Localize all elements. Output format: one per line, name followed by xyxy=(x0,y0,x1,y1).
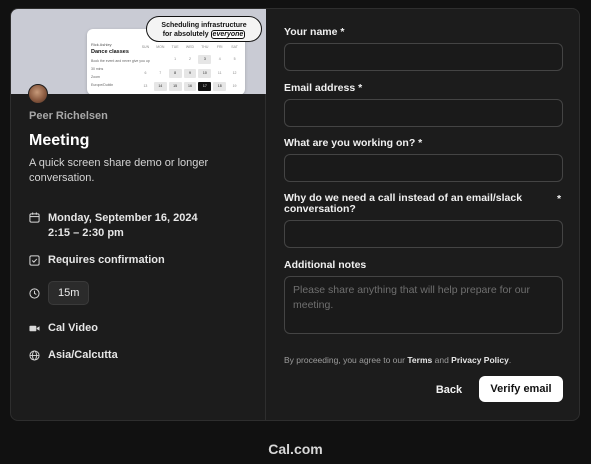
event-datetime: Monday, September 16, 2024 2:15 – 2:30 p… xyxy=(29,211,198,241)
event-location: Cal Video xyxy=(29,322,98,334)
mockup-day: 6 xyxy=(144,70,147,75)
mockup-weekday: WED xyxy=(185,45,195,49)
mockup-row: 30 mins xyxy=(91,67,104,71)
mockup-day: 12 xyxy=(232,70,237,75)
event-timezone: Asia/Calcutta xyxy=(29,349,118,361)
event-details-panel: Rick Ashley Dance classes Book the event… xyxy=(11,9,266,420)
terms-prefix: By proceeding, you agree to our xyxy=(284,355,405,365)
mockup-day-selected: 17 xyxy=(198,82,212,92)
event-date: Monday, September 16, 2024 xyxy=(48,212,198,224)
email-label: Email address * xyxy=(284,82,363,94)
confirmation-text: Requires confirmation xyxy=(48,254,165,266)
mockup-weekday: TUE xyxy=(171,45,179,49)
mockup-day: 15 xyxy=(168,82,182,92)
mockup-day xyxy=(154,55,167,64)
terms-link[interactable]: Terms xyxy=(407,355,432,365)
video-camera-icon xyxy=(29,325,40,332)
notes-textarea[interactable] xyxy=(284,276,563,334)
mockup-calendar: SUN MON TUE WED THU FRI SAT 1 2 3 4 5 6 … xyxy=(139,45,241,93)
mockup-day: 1 xyxy=(174,56,177,61)
mockup-day: 10 xyxy=(198,68,212,78)
why-call-required-marker: * xyxy=(557,193,562,205)
mockup-day: 11 xyxy=(217,70,222,75)
mockup-host: Rick Ashley xyxy=(91,42,112,47)
mockup-weekday: SAT xyxy=(231,45,238,49)
mockup-day: 4 xyxy=(218,56,221,61)
check-square-icon xyxy=(29,255,40,266)
mockup-day: 14 xyxy=(153,82,167,92)
booking-card: Rick Ashley Dance classes Book the event… xyxy=(10,8,580,421)
datetime-text: Monday, September 16, 2024 2:15 – 2:30 p… xyxy=(48,211,198,241)
mockup-day: 19 xyxy=(232,84,237,89)
terms-and: and xyxy=(434,355,449,365)
mockup-weekday: FRI xyxy=(216,45,223,49)
name-label: Your name * xyxy=(284,26,345,38)
host-avatar xyxy=(28,84,48,104)
mockup-row: Europe/Dublin xyxy=(91,83,114,87)
working-on-label: What are you working on? * xyxy=(284,137,423,149)
event-duration: 15m xyxy=(29,281,90,305)
mockup-weekday: MON xyxy=(156,45,165,49)
why-call-input[interactable] xyxy=(284,220,563,248)
mockup-day: 3 xyxy=(198,54,212,64)
booking-form: Your name * Email address * What are you… xyxy=(267,9,579,420)
event-time: 2:15 – 2:30 pm xyxy=(48,227,124,239)
mockup-day: 18 xyxy=(213,82,227,92)
mockup-day: 7 xyxy=(159,70,162,75)
duration-badge: 15m xyxy=(48,281,90,305)
terms-suffix: . xyxy=(508,355,512,365)
notes-label: Additional notes xyxy=(284,259,367,271)
mockup-day: 2 xyxy=(189,56,191,61)
tagline-highlight: everyone xyxy=(210,30,246,39)
mockup-day: 9 xyxy=(183,68,197,78)
back-button[interactable]: Back xyxy=(425,377,473,402)
tagline-line2: for absolutely xyxy=(162,31,209,38)
mockup-day xyxy=(139,55,152,64)
location-text: Cal Video xyxy=(48,322,98,334)
event-description: A quick screen share demo or longer conv… xyxy=(29,157,209,184)
mockup-day: 16 xyxy=(183,82,197,92)
event-banner: Rick Ashley Dance classes Book the event… xyxy=(11,9,266,94)
verify-email-button[interactable]: Verify email xyxy=(479,376,563,402)
email-input[interactable] xyxy=(284,99,563,127)
clock-icon xyxy=(29,287,40,299)
privacy-policy-link[interactable]: Privacy Policy xyxy=(451,355,509,365)
mockup-title: Dance classes xyxy=(91,49,129,55)
working-on-input[interactable] xyxy=(284,154,563,182)
calendar-icon xyxy=(29,212,40,223)
mockup-day: 5 xyxy=(233,56,236,61)
name-input[interactable] xyxy=(284,43,563,71)
mockup-weekday: THU xyxy=(201,45,209,49)
mockup-day: 8 xyxy=(168,68,182,78)
tagline-line1: Scheduling infrastructure xyxy=(161,22,247,29)
timezone-text: Asia/Calcutta xyxy=(48,349,118,361)
globe-icon xyxy=(29,350,40,361)
mockup-weekday: SUN xyxy=(141,45,150,49)
mockup-day: 13 xyxy=(143,84,148,89)
brand-footer: Cal.com xyxy=(268,441,323,457)
why-call-label: Why do we need a call instead of an emai… xyxy=(284,192,523,215)
mockup-row: Zoom xyxy=(91,75,100,79)
terms-text: By proceeding, you agree to our Terms an… xyxy=(284,355,511,365)
event-title: Meeting xyxy=(29,132,90,149)
event-confirmation: Requires confirmation xyxy=(29,254,165,266)
host-name: Peer Richelsen xyxy=(29,110,108,122)
tagline-bubble: Scheduling infrastructure for absolutely… xyxy=(146,16,262,42)
